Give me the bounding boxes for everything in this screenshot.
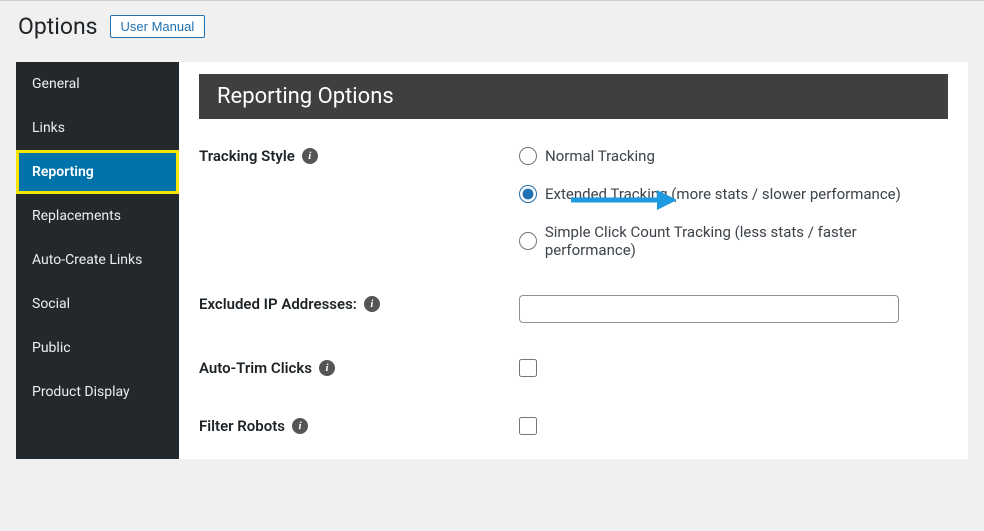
excluded-ips-input[interactable] bbox=[519, 295, 899, 323]
sidebar-item-general[interactable]: General bbox=[16, 62, 179, 106]
tracking-style-radio-group: Normal Tracking Extended Tracking (more … bbox=[519, 147, 948, 259]
sidebar-item-label: Product Display bbox=[32, 384, 130, 400]
sidebar-item-reporting[interactable]: Reporting bbox=[16, 150, 179, 194]
panel-title: Reporting Options bbox=[199, 74, 948, 119]
page-title: Options bbox=[18, 13, 98, 40]
sidebar-item-public[interactable]: Public bbox=[16, 326, 179, 370]
auto-trim-checkbox[interactable] bbox=[519, 359, 537, 377]
sidebar-item-label: Reporting bbox=[32, 164, 94, 180]
filter-robots-label: Filter Robots bbox=[199, 417, 285, 435]
user-manual-button[interactable]: User Manual bbox=[110, 15, 206, 38]
settings-panel: Reporting Options Tracking Style i Norma… bbox=[179, 62, 968, 459]
filter-robots-row: Filter Robots i bbox=[199, 417, 948, 439]
page-header: Options User Manual bbox=[0, 1, 984, 62]
sidebar-item-label: Links bbox=[32, 120, 65, 136]
info-icon[interactable]: i bbox=[364, 296, 380, 312]
tracking-radio-extended[interactable] bbox=[519, 185, 537, 203]
radio-label: Normal Tracking bbox=[545, 147, 655, 165]
filter-robots-checkbox[interactable] bbox=[519, 417, 537, 435]
sidebar-item-social[interactable]: Social bbox=[16, 282, 179, 326]
sidebar-item-label: General bbox=[32, 76, 80, 92]
tracking-radio-normal[interactable] bbox=[519, 147, 537, 165]
excluded-ips-label: Excluded IP Addresses: bbox=[199, 295, 357, 313]
auto-trim-row: Auto-Trim Clicks i bbox=[199, 359, 948, 381]
sidebar-item-links[interactable]: Links bbox=[16, 106, 179, 150]
auto-trim-label: Auto-Trim Clicks bbox=[199, 359, 312, 377]
tracking-radio-simple[interactable] bbox=[519, 232, 537, 250]
sidebar-item-replacements[interactable]: Replacements bbox=[16, 194, 179, 238]
radio-label: Extended Tracking (more stats / slower p… bbox=[545, 185, 901, 203]
sidebar-item-label: Social bbox=[32, 296, 70, 312]
tracking-style-row: Tracking Style i Normal Tracking Extende… bbox=[199, 147, 948, 259]
sidebar-item-label: Replacements bbox=[32, 208, 121, 224]
settings-sidebar: General Links Reporting Replacements Aut… bbox=[16, 62, 179, 459]
tracking-option-simple[interactable]: Simple Click Count Tracking (less stats … bbox=[519, 223, 948, 259]
info-icon[interactable]: i bbox=[302, 148, 318, 164]
sidebar-item-product-display[interactable]: Product Display bbox=[16, 370, 179, 414]
sidebar-item-auto-create-links[interactable]: Auto-Create Links bbox=[16, 238, 179, 282]
tracking-style-label: Tracking Style bbox=[199, 147, 295, 165]
info-icon[interactable]: i bbox=[292, 418, 308, 434]
info-icon[interactable]: i bbox=[319, 360, 335, 376]
sidebar-item-label: Auto-Create Links bbox=[32, 252, 142, 268]
tracking-option-extended[interactable]: Extended Tracking (more stats / slower p… bbox=[519, 185, 948, 203]
radio-label: Simple Click Count Tracking (less stats … bbox=[545, 223, 948, 259]
excluded-ips-row: Excluded IP Addresses: i bbox=[199, 295, 948, 323]
sidebar-item-label: Public bbox=[32, 340, 71, 356]
tracking-option-normal[interactable]: Normal Tracking bbox=[519, 147, 948, 165]
